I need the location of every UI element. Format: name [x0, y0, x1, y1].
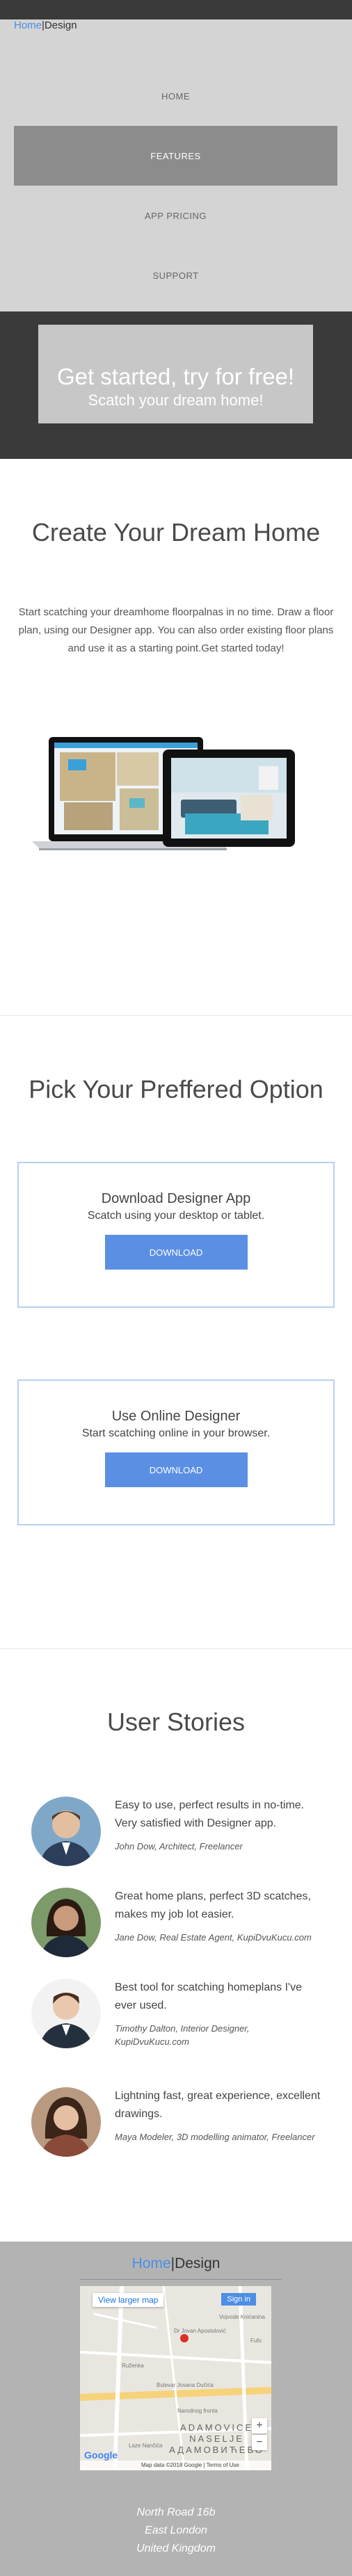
- logo-home: Home: [14, 19, 42, 31]
- options-section: Pick Your Preffered Option Download Desi…: [0, 1016, 352, 1649]
- address-line: United Kingdom: [136, 2543, 216, 2554]
- intro-title: Create Your Dream Home: [31, 518, 321, 546]
- logo-design: Design: [44, 19, 77, 31]
- map-attribution[interactable]: Map data ©2018 Google | Terms of Use: [80, 2461, 271, 2470]
- map-street-label: Ruženka: [122, 2363, 144, 2369]
- map-street-label: Dr Jovan Apostolović: [174, 2328, 226, 2334]
- cta-subline: Scatch your dream home!: [88, 391, 264, 409]
- cta-headline: Get started, try for free!: [56, 364, 295, 389]
- map-sign-in-button[interactable]: Sign in: [221, 2293, 256, 2306]
- map-street-label: Bulevar Jovana Dučića: [157, 2382, 214, 2388]
- nav-item-home[interactable]: HOME: [14, 66, 337, 126]
- map-zoom-in-button[interactable]: +: [252, 2418, 267, 2433]
- stories-section: User Stories Easy to use, perfect result…: [0, 1649, 352, 2239]
- option-title: Use Online Designer: [111, 1409, 241, 1424]
- map-street-label: Narodnog fronta: [177, 2408, 218, 2414]
- story-quote: Lightning fast, great experience, excell…: [115, 2090, 321, 2120]
- story-author: Timothy Dalton, Interior Designer, KupiD…: [115, 2023, 250, 2047]
- nav-item-app-pricing[interactable]: APP PRICING: [14, 186, 337, 245]
- footer-logo[interactable]: Home|Design: [0, 2255, 352, 2272]
- story-author: Jane Dow, Real Estate Agent, KupiDvuKucu…: [115, 1932, 312, 1943]
- map-street-label: Fufu: [250, 2338, 262, 2344]
- nav-item-features[interactable]: FEATURES: [14, 126, 337, 186]
- nav-item-support[interactable]: SUPPORT: [14, 245, 337, 305]
- option-title: Download Designer App: [101, 1191, 251, 1206]
- avatar: [31, 2087, 101, 2157]
- hero-section: Home|Design HOME FEATURES APP PRICING SU…: [0, 0, 352, 459]
- view-larger-map-link[interactable]: View larger map: [93, 2293, 164, 2307]
- intro-text: Start scatching your dreamhome floorpaln…: [18, 606, 334, 654]
- download-app-button[interactable]: DOWNLOAD: [104, 1235, 248, 1270]
- google-logo: Google: [84, 2449, 118, 2461]
- avatar: [31, 1797, 101, 1866]
- story-author: Maya Modeler, 3D modelling animator, Fre…: [115, 2132, 315, 2142]
- logo-design: Design: [175, 2255, 221, 2271]
- options-title: Pick Your Preffered Option: [29, 1075, 323, 1103]
- map-street-label: Vojvode Knićanina: [219, 2314, 265, 2320]
- google-map[interactable]: Dr Jovan Apostolović Fufu Bulevar Jovana…: [80, 2286, 271, 2470]
- footer: Home|Design Dr Jovan Apostolović Fufu Bu…: [0, 2242, 352, 2576]
- laptop-tablet-illustration: [32, 737, 295, 850]
- avatar: [31, 1888, 101, 1957]
- option-subtitle: Scatch using your desktop or tablet.: [87, 1210, 265, 1222]
- story-quote: Easy to use, perfect results in no-time.…: [115, 1799, 305, 1829]
- download-online-button[interactable]: DOWNLOAD: [104, 1452, 248, 1487]
- stories-title: User Stories: [106, 1708, 246, 1736]
- avatar: [31, 1979, 101, 2048]
- footer-divider: [80, 2279, 282, 2280]
- cta-banner[interactable]: Get started, try for free! Scatch your d…: [38, 325, 313, 423]
- option-card-online-designer: Use Online Designer Start scatching onli…: [17, 1379, 335, 1525]
- intro-section: Create Your Dream Home Start scatching y…: [0, 459, 352, 1015]
- story-quote: Great home plans, perfect 3D scatches, m…: [115, 1890, 311, 1920]
- option-card-download-app: Download Designer App Scatch using your …: [17, 1162, 335, 1308]
- option-subtitle: Start scatching online in your browser.: [81, 1427, 271, 1439]
- site-logo[interactable]: Home|Design: [14, 19, 77, 31]
- map-zoom-out-button[interactable]: −: [252, 2435, 267, 2450]
- story-author: John Dow, Architect, Freelancer: [115, 1841, 243, 1852]
- logo-home: Home: [131, 2255, 171, 2271]
- story-quote: Best tool for scatching homeplans I've e…: [115, 1982, 302, 2011]
- map-street-label: Laze Nančića: [129, 2443, 163, 2449]
- address-block: North Road 16b East London United Kingdo…: [0, 2504, 352, 2558]
- address-line: North Road 16b: [136, 2506, 216, 2518]
- address-line: East London: [145, 2525, 207, 2536]
